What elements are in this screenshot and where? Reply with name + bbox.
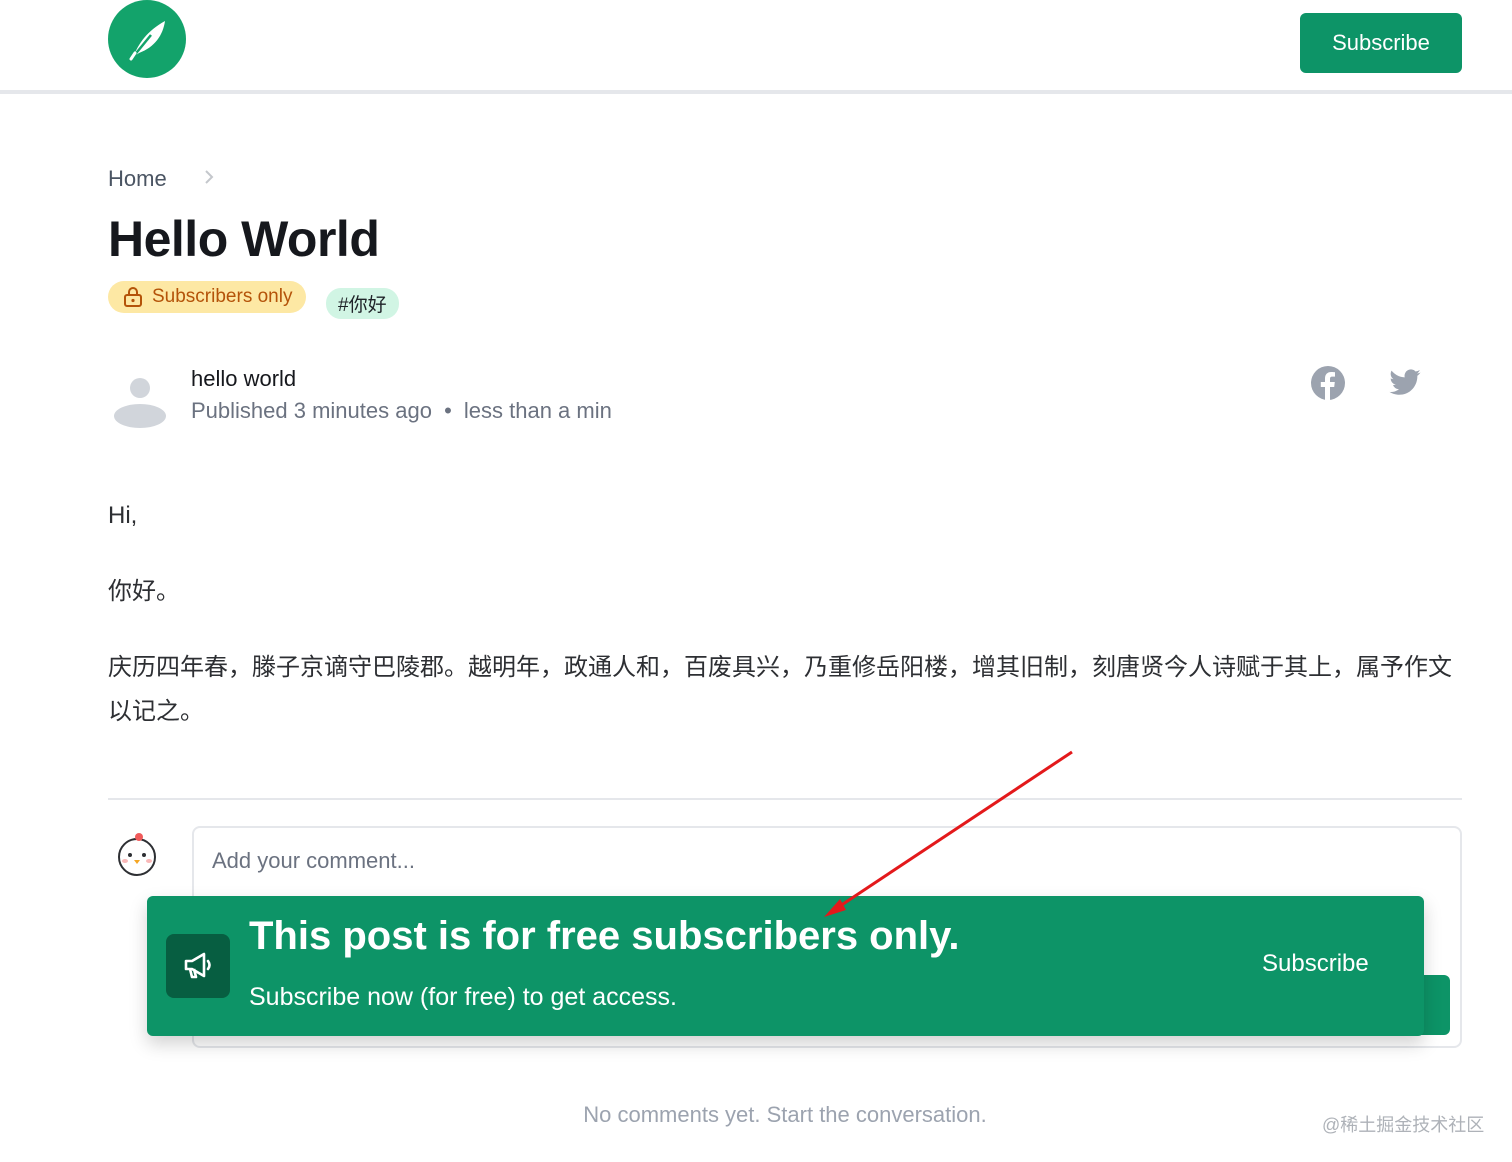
post-paragraph: Hi, xyxy=(108,502,138,529)
site-header: Subscribe xyxy=(0,0,1512,94)
facebook-icon[interactable] xyxy=(1310,365,1346,401)
badge-label: Subscribers only xyxy=(152,286,293,307)
published-time: Published 3 minutes ago xyxy=(191,398,432,423)
paywall-subtitle: Subscribe now (for free) to get access. xyxy=(249,983,677,1011)
post-paragraph: 你好。 xyxy=(108,578,180,605)
post-meta: Published 3 minutes ago • less than a mi… xyxy=(191,398,612,424)
site-logo[interactable] xyxy=(108,0,186,78)
content-divider xyxy=(108,798,1462,800)
watermark: @稀土掘金技术社区 xyxy=(1322,1115,1485,1135)
post-paragraph: 庆历四年春，滕子京谪守巴陵郡。越明年，政通人和，百废具兴，乃重修岳阳楼，增其旧制… xyxy=(108,654,1452,725)
no-comments-text: No comments yet. Start the conversation. xyxy=(583,1102,987,1127)
twitter-icon[interactable] xyxy=(1388,366,1422,400)
chick-avatar-icon xyxy=(118,833,156,876)
megaphone-icon xyxy=(166,934,230,998)
subscribers-only-badge: Subscribers only xyxy=(108,281,307,313)
paywall-title: This post is for free subscribers only. xyxy=(249,914,960,958)
user-placeholder-icon xyxy=(114,378,166,428)
read-time: less than a min xyxy=(463,398,612,423)
chevron-right-icon xyxy=(203,168,215,191)
lock-icon xyxy=(124,287,142,307)
comment-placeholder: Add your comment... xyxy=(212,848,415,873)
feather-icon xyxy=(129,21,165,61)
author-avatar[interactable] xyxy=(112,374,168,430)
post-title: Hello World xyxy=(108,211,380,267)
header-subscribe-button[interactable]: Subscribe xyxy=(1300,13,1462,73)
breadcrumb-home-link[interactable]: Home xyxy=(108,166,167,192)
tag-link[interactable]: #你好 xyxy=(326,288,399,319)
meta-separator: • xyxy=(444,398,452,423)
author-name[interactable]: hello world xyxy=(191,366,296,392)
paywall-subscribe-button[interactable]: Subscribe xyxy=(1262,950,1369,978)
commenter-avatar xyxy=(114,830,160,876)
breadcrumb: Home xyxy=(108,166,215,192)
